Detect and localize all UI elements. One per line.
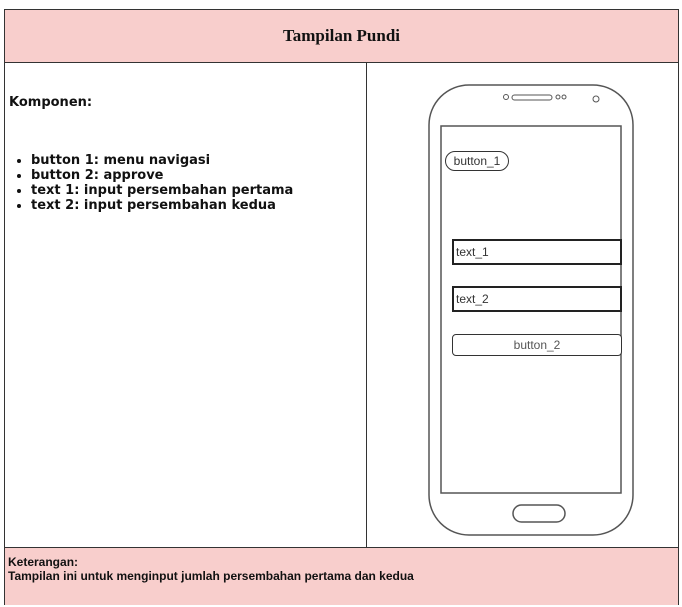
mockup-text-2: text_2 <box>452 286 622 312</box>
mockup-button-2: button_2 <box>452 334 622 356</box>
components-heading: Komponen: <box>9 95 93 110</box>
notes-label: Keterangan: <box>8 555 79 569</box>
component-item: button 2: approve <box>31 168 293 183</box>
component-item: text 2: input persembahan kedua <box>31 198 293 213</box>
diagram-title: Tampilan Pundi <box>5 10 678 63</box>
mockup-button-1: button_1 <box>445 151 509 171</box>
component-item: button 1: menu navigasi <box>31 153 293 168</box>
components-list: button 1: menu navigasi button 2: approv… <box>13 153 293 213</box>
notes-description: Tampilan ini untuk menginput jumlah pers… <box>8 569 414 583</box>
notes-footer: Keterangan: Tampilan ini untuk menginput… <box>5 547 678 605</box>
mockup-text-1: text_1 <box>452 239 622 265</box>
component-item: text 1: input persembahan pertama <box>31 183 293 198</box>
components-panel: Komponen: button 1: menu navigasi button… <box>5 63 367 547</box>
phone-mockup-panel: button_1 text_1 text_2 button_2 <box>367 63 678 547</box>
diagram-frame: Tampilan Pundi Komponen: button 1: menu … <box>4 9 679 605</box>
